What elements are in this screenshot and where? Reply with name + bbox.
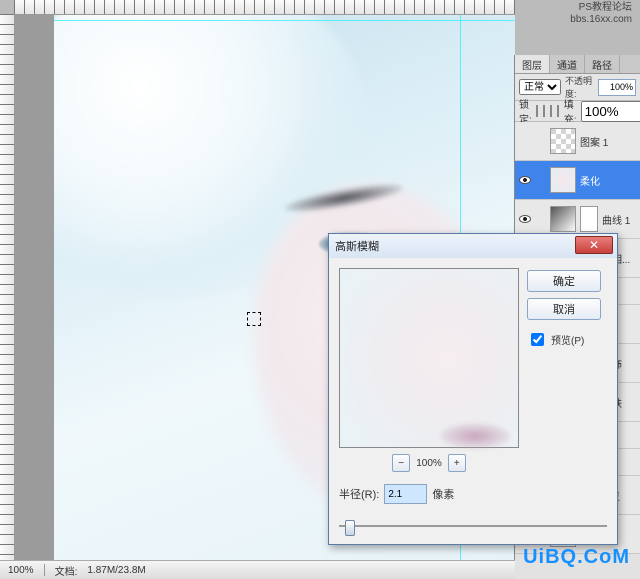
radius-slider[interactable] [339,518,607,534]
preview-checkbox[interactable] [531,333,544,346]
opacity-input[interactable] [598,79,636,96]
layer-name[interactable]: 图案 1 [580,134,637,149]
zoom-in-button[interactable]: + [448,454,466,472]
separator [44,564,45,576]
lock-all-icon[interactable] [557,105,559,117]
guide-line[interactable] [54,20,515,21]
status-doc-label: 文档: [55,563,78,578]
preview-zoom-controls: − 100% + [392,454,466,472]
marquee-selection[interactable] [247,312,261,326]
layer-thumbnail[interactable] [550,167,576,193]
layer-name[interactable]: 柔化 [580,173,637,188]
canvas-pasteboard [14,14,54,561]
status-doc-value: 1.87M/23.8M [87,565,145,576]
radius-row: 半径(R): 像素 [329,484,617,514]
visibility-toggle[interactable] [518,173,532,187]
watermark-bottom: UiBQ.CoM [523,546,630,569]
eye-icon [519,176,531,184]
close-icon: ✕ [589,239,599,251]
tab-channels[interactable]: 通道 [550,55,585,73]
tab-layers[interactable]: 图层 [515,55,550,73]
panel-options-row1: 正常 不透明度: [515,74,640,101]
zoom-out-button[interactable]: − [392,454,410,472]
tab-paths[interactable]: 路径 [585,55,620,73]
slider-track [339,525,607,527]
ok-button[interactable]: 确定 [527,270,601,292]
lock-position-icon[interactable] [550,105,552,117]
layer-thumbnail[interactable] [550,128,576,154]
status-bar: 100% 文档: 1.87M/23.8M [0,560,515,579]
radius-input[interactable] [384,484,427,504]
dialog-titlebar[interactable]: 高斯模糊 ✕ [329,234,617,258]
panel-tabs: 图层 通道 路径 [515,55,640,74]
fill-input[interactable] [581,101,640,122]
visibility-toggle[interactable] [518,212,532,226]
watermark-top: PS教程论坛 bbs.16xx.com [570,2,632,26]
dialog-preview-column: − 100% + [339,268,519,472]
eye-icon [519,215,531,223]
dialog-close-button[interactable]: ✕ [575,236,613,254]
blend-mode-select[interactable]: 正常 [519,79,561,95]
horizontal-ruler[interactable] [14,0,515,15]
preview-checkbox-row[interactable]: 预览(P) [527,330,601,349]
layer-row[interactable]: 图案 1 [515,122,640,161]
preview-zoom-value: 100% [416,458,442,469]
filter-preview[interactable] [339,268,519,448]
preview-content [440,423,510,449]
lock-transparency-icon[interactable] [536,105,538,117]
app-window: PS教程论坛 bbs.16xx.com 100% 文档: 1.87M/23.8M… [0,0,640,579]
adjustment-thumbnail[interactable] [550,206,576,232]
layer-row[interactable]: 柔化 [515,161,640,200]
dialog-button-column: 确定 取消 预览(P) [527,268,601,472]
preview-checkbox-label: 预览(P) [551,332,584,347]
lock-pixels-icon[interactable] [543,105,545,117]
radius-unit: 像素 [432,486,454,502]
vertical-ruler[interactable] [0,14,15,561]
watermark-line2: bbs.16xx.com [570,14,632,26]
layer-name[interactable]: 曲线 1 [602,212,637,227]
mask-thumbnail[interactable] [580,206,598,232]
slider-thumb[interactable] [345,520,355,536]
dialog-title: 高斯模糊 [335,238,611,254]
radius-label: 半径(R): [339,486,379,502]
dialog-body: − 100% + 确定 取消 预览(P) [329,258,617,484]
status-zoom[interactable]: 100% [8,565,34,576]
cancel-button[interactable]: 取消 [527,298,601,320]
visibility-toggle[interactable] [518,134,532,148]
watermark-line1: PS教程论坛 [570,2,632,14]
gaussian-blur-dialog[interactable]: 高斯模糊 ✕ − 100% + 确定 取消 预览 [328,233,618,545]
panel-options-row2: 锁定: 填充: [515,101,640,122]
